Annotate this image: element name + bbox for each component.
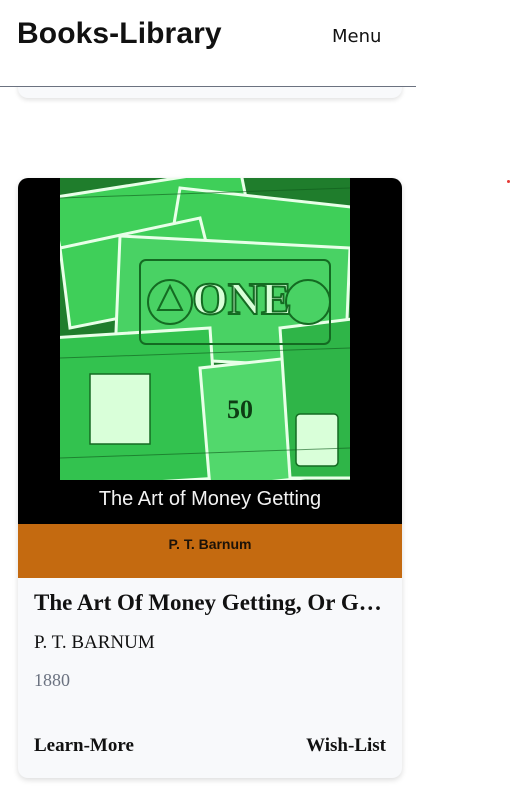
book-card: ONE 50 The Art of Money Getting P. T. Ba…	[18, 178, 402, 778]
book-cover[interactable]: ONE 50 The Art of Money Getting P. T. Ba…	[18, 178, 402, 578]
wish-list-button[interactable]: Wish-List	[306, 735, 386, 757]
banknote-one-text: ONE	[192, 273, 292, 324]
site-header: Books-Library Menu	[0, 0, 416, 87]
app-root: Books-Library Menu ONE 50 The Art of Mon…	[0, 0, 512, 812]
cover-author-text: P. T. Barnum	[168, 536, 252, 552]
learn-more-button[interactable]: Learn-More	[34, 735, 134, 757]
dollar-bills-icon: ONE 50	[60, 178, 350, 480]
red-dot-marker	[507, 180, 510, 183]
banknote-number-text: 50	[227, 395, 253, 424]
brand-title[interactable]: Books-Library	[17, 17, 222, 51]
book-author: P. T. BARNUM	[34, 632, 155, 653]
book-title: The Art Of Money Getting, Or Golden Rule…	[34, 590, 388, 615]
menu-button[interactable]: Menu	[332, 26, 381, 47]
book-year: 1880	[34, 670, 70, 690]
cover-title-text: The Art of Money Getting	[98, 488, 322, 510]
